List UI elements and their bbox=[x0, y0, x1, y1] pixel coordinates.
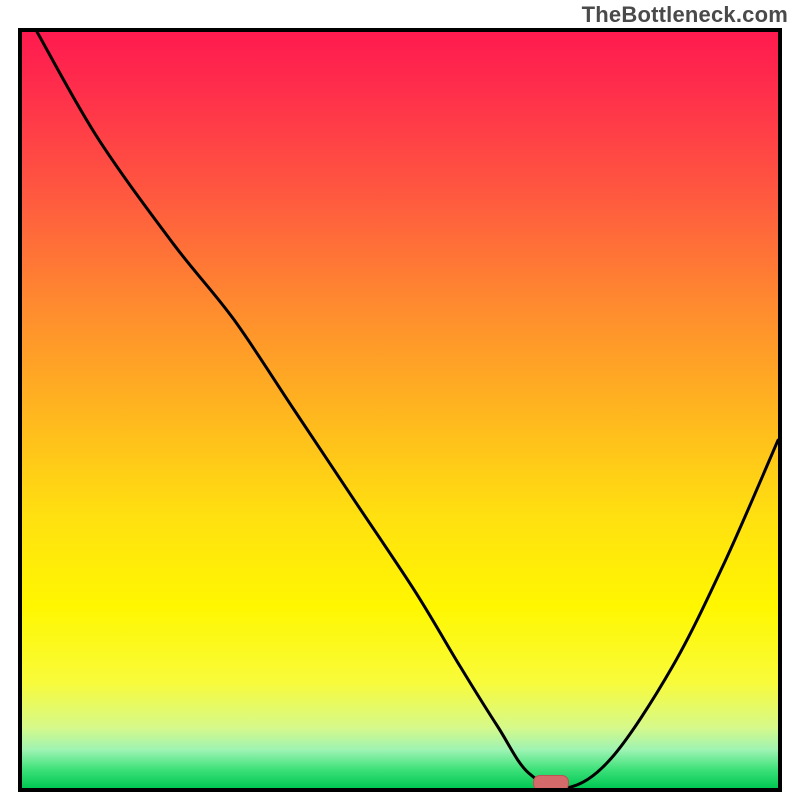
watermark-text: TheBottleneck.com bbox=[582, 2, 788, 28]
optimum-marker bbox=[533, 775, 569, 791]
bottleneck-curve bbox=[22, 32, 778, 788]
curve-path bbox=[37, 32, 778, 788]
chart-frame bbox=[18, 28, 782, 792]
